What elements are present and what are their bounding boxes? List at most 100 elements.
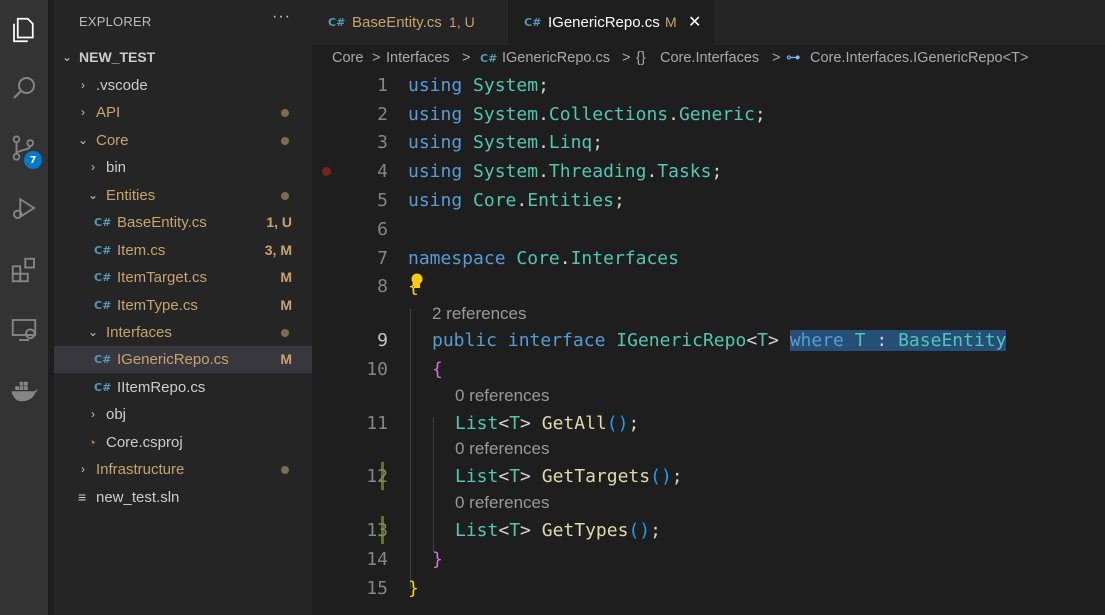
csharp-file-icon: C# — [480, 52, 498, 65]
tree-file-igenericrepo[interactable]: C# IGenericRepo.cs M — [54, 346, 312, 373]
namespace-icon: {} — [636, 50, 646, 66]
code-line-14: } — [432, 549, 443, 570]
breadcrumb-item[interactable]: Interfaces — [386, 45, 450, 72]
tree-folder-vscode[interactable]: › .vscode — [54, 72, 312, 99]
tab-status: M — [665, 14, 677, 30]
solution-file-icon: ≡ — [78, 489, 87, 505]
code-editor[interactable]: 1 2 3 4 5 6 7 8 9 10 11 12 13 14 15 usin… — [312, 72, 1105, 615]
run-debug-icon[interactable] — [0, 184, 48, 232]
chevron-right-icon: › — [81, 78, 85, 92]
csharp-file-icon: C# — [94, 299, 112, 312]
interface-icon: ⊶ — [786, 50, 801, 66]
tree-folder-entities[interactable]: ⌄ Entities — [54, 182, 312, 209]
more-actions-icon[interactable]: ··· — [272, 8, 291, 26]
line-number: 12 — [366, 466, 388, 487]
code-line-13: List<T> GetTypes(); — [455, 520, 661, 541]
tree-folder-bin[interactable]: › bin — [54, 154, 312, 181]
tree-label: IItemRepo.cs — [117, 379, 206, 396]
source-control-icon[interactable] — [0, 124, 48, 172]
tree-label: obj — [106, 406, 127, 423]
tree-label: IGenericRepo.cs — [117, 351, 229, 368]
modified-dot — [281, 109, 289, 117]
tree-folder-api[interactable]: › API — [54, 99, 312, 126]
breadcrumb-item[interactable]: IGenericRepo.cs — [502, 45, 610, 72]
git-status: 3, M — [264, 242, 292, 258]
tree-folder-infrastructure[interactable]: › Infrastructure — [54, 456, 312, 483]
line-number: 9 — [377, 330, 388, 351]
csharp-file-icon: C# — [94, 381, 112, 394]
tab-status: 1, U — [449, 14, 475, 30]
search-icon[interactable] — [0, 64, 48, 112]
codelens-references[interactable]: 0 references — [455, 493, 550, 513]
code-line-15: } — [408, 578, 419, 599]
tree-label: Item.cs — [117, 242, 166, 259]
docker-icon[interactable] — [0, 366, 48, 414]
csharp-file-icon: C# — [94, 216, 112, 229]
activity-bar: 7 — [0, 0, 48, 615]
tab-label: IGenericRepo.cs — [548, 14, 660, 31]
breadcrumb-item[interactable]: Core.Interfaces — [660, 45, 759, 72]
chevron-down-icon: ⌄ — [77, 133, 89, 147]
tab-igenericrepo[interactable]: C# IGenericRepo.cs M ✕ — [508, 0, 714, 45]
breadcrumb-separator: > — [772, 50, 781, 66]
code-line-1: using System; — [408, 75, 549, 96]
tree-label: BaseEntity.cs — [117, 214, 207, 231]
code-line-3: using System.Linq; — [408, 132, 604, 153]
code-line-11: List<T> GetAll(); — [455, 413, 640, 434]
csharp-file-icon: C# — [524, 16, 542, 29]
chevron-right-icon: › — [81, 105, 85, 119]
git-status: M — [280, 297, 292, 313]
tree-folder-new-test[interactable]: ⌄ NEW_TEST — [54, 44, 312, 71]
editor-tab-bar: C# BaseEntity.cs 1, U C# IGenericRepo.cs… — [312, 0, 1105, 45]
modified-dot — [281, 466, 289, 474]
line-number: 5 — [377, 190, 388, 211]
line-number: 3 — [377, 132, 388, 153]
line-number: 15 — [366, 578, 388, 599]
csharp-file-icon: C# — [94, 244, 112, 257]
git-status: 1, U — [266, 214, 292, 230]
remote-explorer-icon[interactable] — [0, 306, 48, 354]
breadcrumb-item[interactable]: Core — [332, 45, 363, 72]
tree-label: Core — [96, 132, 129, 149]
indent-guide — [410, 309, 411, 589]
line-number: 8 — [377, 276, 388, 297]
codelens-references[interactable]: 0 references — [455, 439, 550, 459]
modified-dot — [281, 192, 289, 200]
breadcrumb-separator: > — [462, 50, 471, 66]
tree-folder-obj[interactable]: › obj — [54, 401, 312, 428]
breakpoint-hint-icon[interactable] — [322, 167, 331, 176]
tree-file-baseentity[interactable]: C# BaseEntity.cs 1, U — [54, 209, 312, 236]
tree-label: Entities — [106, 187, 156, 204]
line-number: 7 — [377, 248, 388, 269]
code-line-7: namespace Core.Interfaces — [408, 248, 679, 269]
breadcrumb-separator: > — [372, 50, 381, 66]
line-number: 1 — [377, 75, 388, 96]
line-number: 4 — [377, 161, 388, 182]
tree-folder-interfaces[interactable]: ⌄ Interfaces — [54, 319, 312, 346]
csharp-file-icon: C# — [94, 353, 112, 366]
breadcrumb: Core > Interfaces > C# IGenericRepo.cs >… — [312, 45, 1105, 72]
tree-label: ItemTarget.cs — [117, 269, 208, 286]
chevron-down-icon: ⌄ — [87, 325, 99, 339]
tree-file-core-csproj[interactable]: ◔ Core.csproj — [54, 429, 312, 456]
tree-folder-core[interactable]: ⌄ Core — [54, 127, 312, 154]
extensions-icon[interactable] — [0, 246, 48, 294]
chevron-down-icon: ⌄ — [61, 50, 73, 64]
tree-file-iitemrepo[interactable]: C# IItemRepo.cs — [54, 374, 312, 401]
explorer-icon[interactable] — [0, 6, 48, 54]
tree-file-item[interactable]: C# Item.cs 3, M — [54, 237, 312, 264]
codelens-references[interactable]: 2 references — [432, 304, 527, 324]
breadcrumb-item[interactable]: Core.Interfaces.IGenericRepo<T> — [810, 45, 1028, 72]
close-icon[interactable]: ✕ — [688, 0, 701, 45]
tab-baseentity[interactable]: C# BaseEntity.cs 1, U — [312, 0, 508, 45]
code-line-5: using Core.Entities; — [408, 190, 625, 211]
tree-file-itemtype[interactable]: C# ItemType.cs M — [54, 292, 312, 319]
tree-file-new-test-sln[interactable]: ≡ new_test.sln — [54, 484, 312, 511]
lightbulb-icon[interactable] — [409, 272, 425, 290]
code-line-12: List<T> GetTargets(); — [455, 466, 683, 487]
tree-file-itemtarget[interactable]: C# ItemTarget.cs M — [54, 264, 312, 291]
line-number: 2 — [377, 104, 388, 125]
codelens-references[interactable]: 0 references — [455, 386, 550, 406]
project-file-icon: ◔ — [88, 435, 96, 450]
tree-label: .vscode — [96, 77, 148, 94]
